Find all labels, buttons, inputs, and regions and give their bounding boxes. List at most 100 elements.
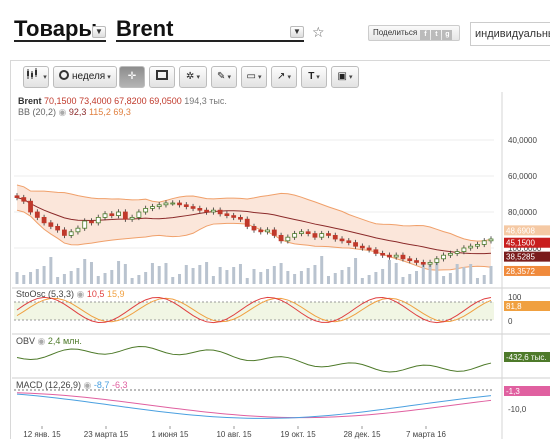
candle-body xyxy=(150,206,155,209)
volume-bar xyxy=(76,268,80,284)
draw-line-button[interactable]: ✎ ▾ xyxy=(211,66,237,88)
volume-bar xyxy=(245,278,249,284)
settings-button[interactable]: ✲ ▾ xyxy=(179,66,207,88)
volume-bar xyxy=(89,262,93,284)
candle-body xyxy=(21,197,27,202)
high-value: 73,4000 xyxy=(79,96,112,106)
bb-lower-value: 69,3 xyxy=(113,107,131,117)
candle-body xyxy=(298,231,304,235)
chart-area[interactable]: 100,0000 80,0000 60,0000 40,0000 100 0 -10,0 12… xyxy=(12,92,550,439)
macd-eye-icon[interactable]: ◉ xyxy=(84,380,92,390)
volume-bar xyxy=(489,266,493,284)
candle-body xyxy=(434,258,440,263)
candle-body xyxy=(292,233,298,238)
candle-body xyxy=(481,240,487,245)
candle-body xyxy=(190,206,196,209)
volume-bar xyxy=(482,275,486,284)
volume-bar xyxy=(49,257,53,284)
volume-bar xyxy=(144,272,148,284)
candle-body xyxy=(170,202,176,205)
category-select[interactable]: Товары ▼ xyxy=(14,18,106,42)
text-tool-button[interactable]: T ▾ xyxy=(301,66,327,88)
volume-bar xyxy=(415,271,419,284)
candle-body xyxy=(163,202,169,206)
candle-body xyxy=(407,258,413,262)
stoch-eye-icon[interactable]: ◉ xyxy=(77,289,85,299)
search-input[interactable]: индивидуальный xyxy=(470,22,550,46)
category-dropdown-icon[interactable]: ▼ xyxy=(92,26,106,38)
candle-body xyxy=(116,211,121,216)
instrument-dropdown-icon[interactable]: ▼ xyxy=(290,26,304,38)
stoch-legend: StoOsc (5,3,3) ◉ 10,5 15,9 xyxy=(16,289,125,300)
macd-value: -8,7 xyxy=(93,380,110,390)
image-icon: ▣ xyxy=(337,71,347,82)
volume-bar xyxy=(157,266,161,284)
volume-bar xyxy=(347,267,351,284)
volume-bar xyxy=(475,278,479,284)
candle-body xyxy=(122,211,128,220)
volume-bar xyxy=(435,262,439,284)
volume-bar xyxy=(293,274,297,284)
bb-upper-value: 115,2 xyxy=(88,107,111,117)
volume-bar xyxy=(299,271,303,284)
volume-bar xyxy=(198,265,202,284)
candle-body xyxy=(339,238,345,242)
crosshair-button[interactable]: ✛ xyxy=(119,66,145,88)
twitter-icon[interactable]: t xyxy=(431,30,442,40)
image-export-button[interactable]: ▣ ▾ xyxy=(331,66,359,88)
share-button[interactable]: Поделиться ftg xyxy=(368,25,460,41)
volume-bar xyxy=(225,270,229,284)
candle-body xyxy=(217,209,223,215)
candle-body xyxy=(427,261,433,265)
candle-body xyxy=(400,254,406,260)
stoch-tick-label: 100 xyxy=(508,293,522,302)
period-label: неделя xyxy=(72,71,106,82)
googleplus-icon[interactable]: g xyxy=(442,30,453,40)
volume-bar xyxy=(340,270,344,284)
volume-bar xyxy=(313,265,317,284)
zoom-window-button[interactable] xyxy=(149,66,175,88)
y-tick-label: 40,0000 xyxy=(508,136,537,145)
chart-type-button[interactable]: ▾ xyxy=(23,66,49,88)
candle-body xyxy=(441,254,447,260)
volume-bar xyxy=(428,265,432,284)
candle-body xyxy=(346,240,352,244)
volume-bar xyxy=(62,274,66,284)
x-tick-label: 19 окт. 15 xyxy=(280,430,316,439)
favorite-star-icon[interactable]: ☆ xyxy=(312,24,325,41)
candle-body xyxy=(197,208,203,211)
obv-eye-icon[interactable]: ◉ xyxy=(38,336,46,346)
instrument-select[interactable]: Brent ▼ xyxy=(116,18,304,42)
gear-icon: ✲ xyxy=(186,71,195,82)
volume-bar xyxy=(42,266,46,284)
candle-body xyxy=(68,231,74,236)
open-value: 70,1500 xyxy=(44,96,77,106)
indicators-button[interactable]: ↗ ▾ xyxy=(271,66,297,88)
volume-bar xyxy=(306,268,310,284)
ticker-label: Brent xyxy=(18,96,42,106)
candle-body xyxy=(34,211,40,218)
candle-body xyxy=(204,209,210,213)
shapes-button[interactable]: ▭ ▾ xyxy=(241,66,267,88)
zoom-window-icon xyxy=(156,70,168,80)
indicator-chart-icon: ↗ xyxy=(277,71,286,82)
obv-tag-text: -432,6 тыс. xyxy=(506,353,547,362)
x-tick-label: 12 янв. 15 xyxy=(23,430,61,439)
volume-bar xyxy=(205,262,209,284)
volume-bar xyxy=(326,276,330,284)
volume-bar xyxy=(232,267,236,284)
candle-body xyxy=(210,209,216,213)
candle-body xyxy=(488,238,494,242)
top-bar: Товары ▼ Brent ▼ ☆ Поделиться ftg индиви… xyxy=(0,0,550,60)
candle-body xyxy=(48,222,54,227)
bb-eye-icon[interactable]: ◉ xyxy=(59,107,67,117)
facebook-icon[interactable]: f xyxy=(420,30,431,40)
candle-body xyxy=(265,229,270,233)
volume-bar xyxy=(130,278,134,284)
volume-bar xyxy=(117,261,121,284)
candle-body xyxy=(251,225,257,231)
period-select[interactable]: неделя ▾ xyxy=(53,66,117,88)
volume-bar xyxy=(279,263,283,284)
obv-unit: млн. xyxy=(62,336,82,346)
stoch-d-value: 15,9 xyxy=(106,289,125,299)
